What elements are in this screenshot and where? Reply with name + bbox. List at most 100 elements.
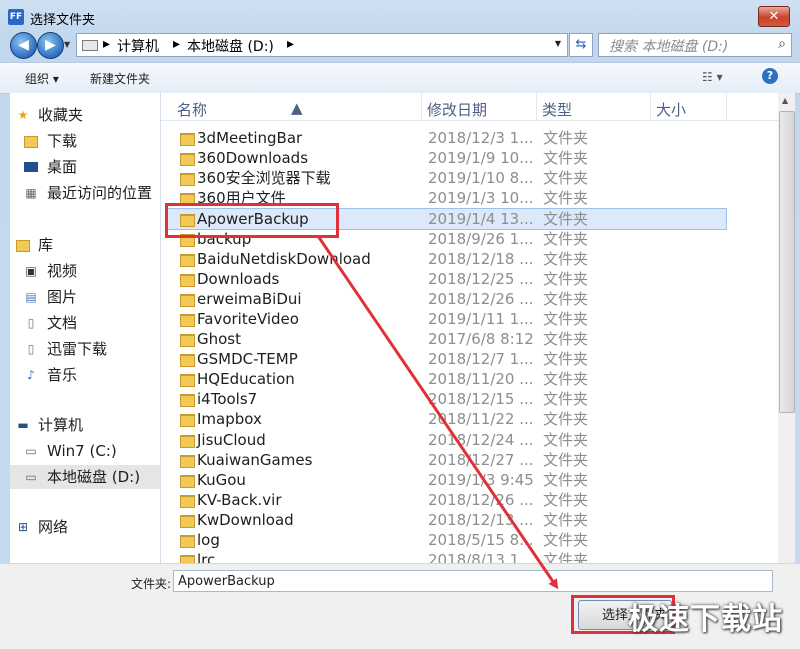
scroll-up-icon[interactable]: ▲ [782, 96, 788, 105]
breadcrumb-separator-icon[interactable]: ▸ [173, 36, 180, 52]
scroll-thumb[interactable] [779, 111, 795, 413]
refresh-button[interactable]: ⇆ [569, 33, 593, 57]
sidebar-item-videos[interactable]: ▣ 视频 [10, 259, 160, 283]
address-bar[interactable]: ▸ 计算机 ▸ 本地磁盘 (D:) ▸ ▼ [76, 33, 568, 57]
search-icon[interactable]: ⌕ [778, 36, 786, 52]
folder-row[interactable]: erweimaBiDui 2018/12/26 ... 文件夹 [166, 289, 726, 309]
forward-button[interactable]: ▶ [37, 32, 64, 59]
modified-date: 2018/12/18 ... [428, 249, 534, 268]
drive-c-icon: ▭ [25, 444, 37, 458]
folder-icon [180, 153, 195, 167]
document-icon: ▯ [27, 316, 35, 330]
item-type: 文件夹 [543, 189, 589, 208]
folder-row[interactable]: 360Downloads 2019/1/9 10... 文件夹 [166, 148, 726, 168]
history-dropdown-icon[interactable]: ▼ [64, 40, 70, 49]
title-bar: FF 选择文件夹 ✕ [0, 0, 800, 34]
sidebar-item-music[interactable]: ♪ 音乐 [10, 363, 160, 387]
folder-name-field[interactable]: ApowerBackup [173, 570, 773, 592]
new-folder-button[interactable]: 新建文件夹 [90, 70, 150, 87]
address-dropdown-icon[interactable]: ▼ [555, 39, 561, 48]
download-library-icon: ▯ [27, 342, 35, 356]
folder-name: i4Tools7 [197, 390, 258, 409]
navigation-bar: ◀ ▶ ▼ ▸ 计算机 ▸ 本地磁盘 (D:) ▸ ▼ ⇆ 搜索 本地磁盘 (D… [0, 32, 800, 60]
folder-row[interactable]: i4Tools7 2018/12/15 ... 文件夹 [166, 389, 726, 409]
sidebar-item-pictures[interactable]: ▤ 图片 [10, 285, 160, 309]
sidebar-favorites[interactable]: ★ 收藏夹 [10, 103, 160, 127]
modified-date: 2019/1/10 8... [428, 169, 534, 188]
folder-name: JisuCloud [197, 430, 266, 449]
highlight-selected-folder [165, 203, 339, 238]
search-box[interactable]: 搜索 本地磁盘 (D:) ⌕ [598, 33, 792, 57]
column-name[interactable]: 名称 [177, 99, 207, 120]
column-size[interactable]: 大小 [656, 99, 686, 120]
folder-name: 360Downloads [197, 149, 309, 168]
folder-row[interactable]: KV-Back.vir 2018/12/26 ... 文件夹 [166, 490, 726, 510]
drive-d-icon: ▭ [25, 470, 37, 484]
folder-icon [180, 133, 195, 146]
folder-icon [180, 514, 195, 528]
search-placeholder: 搜索 本地磁盘 (D:) [609, 39, 729, 55]
folder-name: Downloads [197, 269, 280, 288]
sidebar-item-recent[interactable]: ▦ 最近访问的位置 [10, 181, 160, 205]
folder-name: KwDownload [197, 510, 294, 529]
breadcrumb-computer[interactable]: 计算机 [117, 36, 159, 56]
folder-name: HQEducation [197, 370, 295, 389]
sidebar-item-documents[interactable]: ▯ 文档 [10, 311, 160, 335]
item-type: 文件夹 [543, 551, 589, 563]
back-button[interactable]: ◀ [10, 32, 37, 59]
folder-name: KV-Back.vir [197, 490, 282, 509]
modified-date: 2018/11/22 ... [428, 410, 534, 429]
modified-date: 2018/8/13 1... [428, 551, 534, 563]
sidebar-computer[interactable]: ▬ 计算机 [10, 413, 160, 437]
folder-name: KuGou [197, 470, 246, 489]
sidebar-network[interactable]: ⊞ 网络 [10, 515, 160, 539]
view-options-icon[interactable]: ☷ ▾ [702, 70, 723, 84]
modified-date: 2018/12/13 ... [428, 510, 534, 529]
modified-date: 2018/12/24 ... [428, 430, 534, 449]
modified-date: 2018/11/20 ... [428, 370, 534, 389]
column-modified[interactable]: 修改日期 [427, 99, 487, 120]
sidebar-item-desktop[interactable]: 桌面 [10, 155, 160, 179]
help-icon[interactable]: ? [762, 68, 778, 84]
folder-row[interactable]: KuaiwanGames 2018/12/27 ... 文件夹 [166, 450, 726, 470]
sidebar-item-downloads[interactable]: 下载 [10, 129, 160, 153]
close-button[interactable]: ✕ [758, 6, 790, 27]
sidebar-libraries[interactable]: 库 [10, 233, 160, 257]
folder-row[interactable]: Imapbox 2018/11/22 ... 文件夹 [166, 409, 726, 429]
folder-row[interactable]: lrc 2018/8/13 1... 文件夹 [166, 550, 726, 563]
organize-menu[interactable]: 组织 ▾ [25, 70, 59, 87]
item-type: 文件夹 [543, 390, 589, 409]
modified-date: 2019/1/3 10... [428, 189, 534, 208]
modified-date: 2019/1/3 9:45 [428, 470, 534, 489]
sidebar-item-thunder[interactable]: ▯ 迅雷下载 [10, 337, 160, 361]
folder-row[interactable]: HQEducation 2018/11/20 ... 文件夹 [166, 369, 726, 389]
breadcrumb-drive-d[interactable]: 本地磁盘 (D:) [187, 36, 274, 56]
folder-row[interactable]: 3dMeetingBar 2018/12/3 1... 文件夹 [166, 128, 726, 148]
folder-row[interactable]: FavoriteVideo 2019/1/11 1... 文件夹 [166, 309, 726, 329]
folder-row[interactable]: GSMDC-TEMP 2018/12/7 1... 文件夹 [166, 349, 726, 369]
modified-date: 2018/9/26 1... [428, 229, 534, 248]
breadcrumb-separator-icon[interactable]: ▸ [103, 36, 110, 52]
column-type[interactable]: 类型 [542, 99, 572, 120]
vertical-scrollbar[interactable]: ▲ [778, 93, 795, 563]
folder-row[interactable]: BaiduNetdiskDownload 2018/12/18 ... 文件夹 [166, 249, 726, 269]
sidebar-item-drive-c[interactable]: ▭ Win7 (C:) [10, 439, 160, 463]
folder-icon [180, 313, 195, 327]
folder-icon [180, 253, 195, 267]
refresh-icon: ⇆ [575, 37, 587, 52]
folder-row[interactable]: KwDownload 2018/12/13 ... 文件夹 [166, 510, 726, 530]
item-type: 文件夹 [543, 510, 589, 529]
folder-row[interactable]: log 2018/5/15 8... 文件夹 [166, 530, 726, 550]
computer-icon: ▬ [17, 418, 29, 432]
folder-row[interactable]: Ghost 2017/6/8 8:12 文件夹 [166, 329, 726, 349]
library-icon [16, 240, 30, 252]
folder-row[interactable]: JisuCloud 2018/12/24 ... 文件夹 [166, 430, 726, 450]
sidebar-item-drive-d[interactable]: ▭ 本地磁盘 (D:) [10, 465, 160, 489]
item-type: 文件夹 [543, 531, 589, 549]
folder-row[interactable]: Downloads 2018/12/25 ... 文件夹 [166, 269, 726, 289]
item-type: 文件夹 [543, 129, 589, 147]
folder-row[interactable]: KuGou 2019/1/3 9:45 文件夹 [166, 470, 726, 490]
breadcrumb-separator-icon[interactable]: ▸ [287, 36, 294, 52]
folder-icon [180, 173, 195, 187]
folder-row[interactable]: 360安全浏览器下载 2019/1/10 8... 文件夹 [166, 168, 726, 188]
